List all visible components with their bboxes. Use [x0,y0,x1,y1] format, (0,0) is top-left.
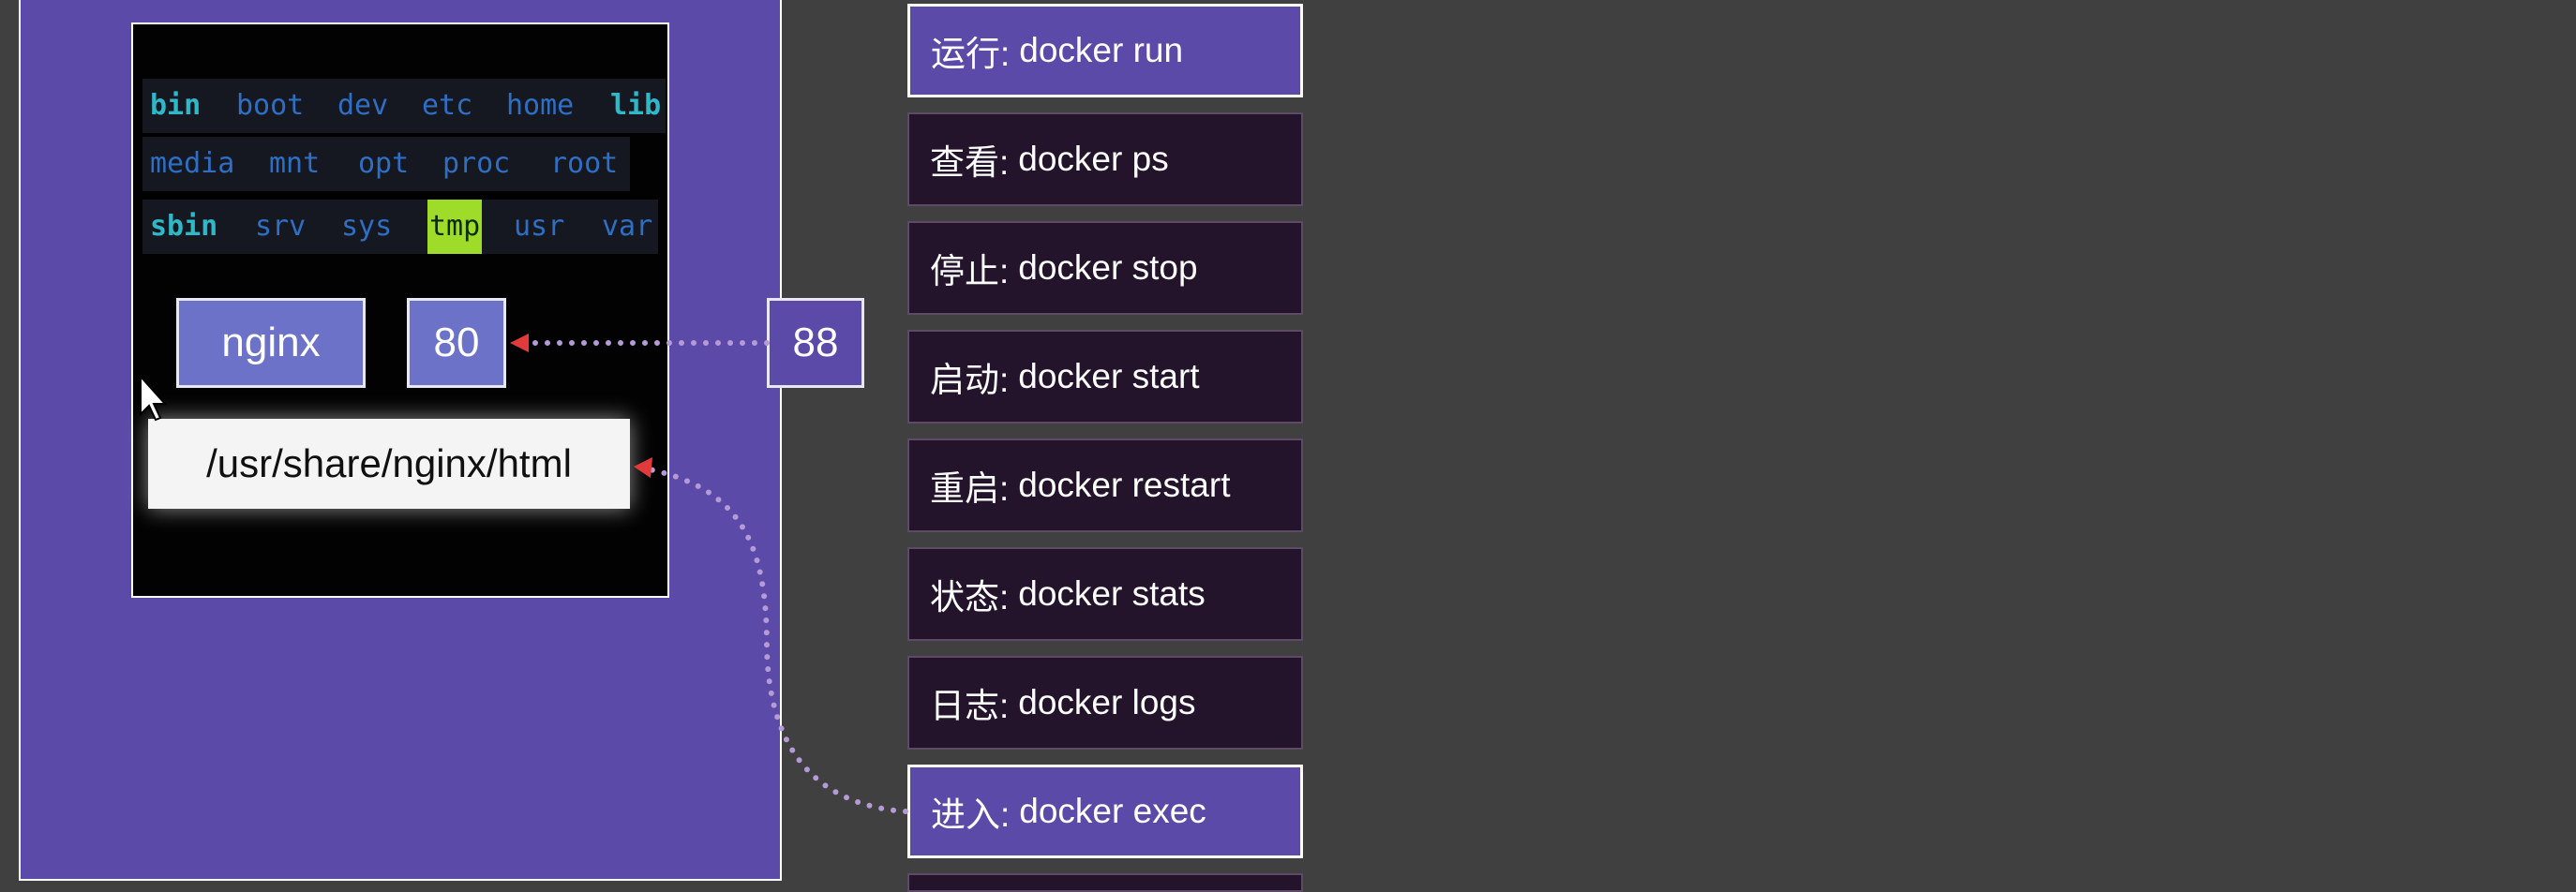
connector-overlay [140,334,908,814]
mouse-cursor-icon [140,374,168,422]
docker-diagram: bin boot dev etc home lib media mnt opt … [0,0,2576,892]
volume-arrow-head [634,457,652,478]
volume-mapping-arrow [642,466,908,814]
port-arrow-head [510,334,529,352]
